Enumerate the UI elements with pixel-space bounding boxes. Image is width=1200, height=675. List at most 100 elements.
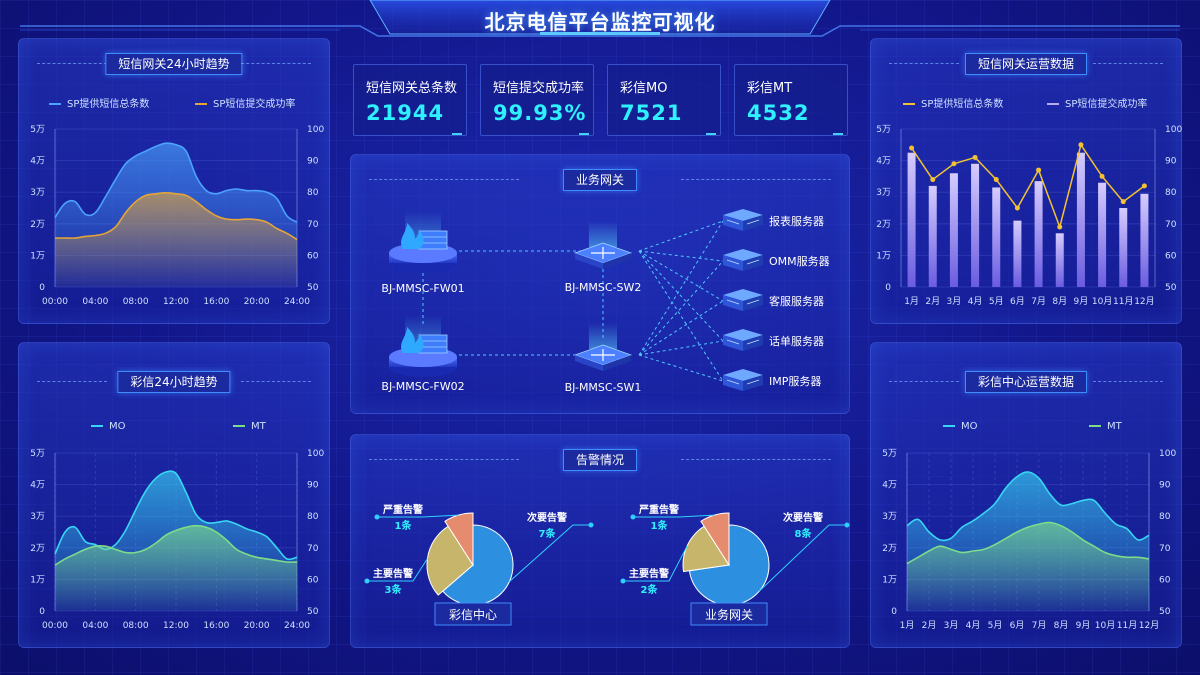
switch-icon[interactable]: [573, 221, 633, 269]
kpi-value: 4532: [747, 101, 810, 125]
pie-label-dot: [844, 522, 850, 528]
y-right-tick: 80: [1165, 188, 1177, 198]
bar[interactable]: [971, 163, 980, 287]
y-left-tick: 0: [885, 283, 891, 293]
y-left-tick: 1万: [30, 251, 45, 261]
server-label: 报表服务器: [769, 214, 824, 228]
panel-sms-ops: 短信网关运营数据 SP提供短信总条数 SP短信提交成功率 0 50 1万 60 2万 70…: [870, 38, 1182, 324]
kpi-label: 短信提交成功率: [493, 81, 585, 96]
server-icon[interactable]: [723, 209, 763, 231]
pie-label-dot: [374, 514, 380, 520]
bar[interactable]: [907, 152, 916, 287]
line-point[interactable]: [972, 154, 978, 160]
y-right-tick: 60: [307, 251, 319, 261]
y-left-tick: 5万: [30, 449, 45, 459]
x-tick: 00:00: [42, 621, 68, 631]
bar[interactable]: [1055, 233, 1064, 287]
bar[interactable]: [928, 185, 937, 287]
kpi-label: 彩信MT: [747, 81, 793, 96]
y-right-tick: 70: [307, 220, 319, 230]
x-tick: 00:00: [42, 297, 68, 307]
pie-caption: 业务网关: [705, 607, 753, 622]
x-tick: 5月: [988, 620, 1003, 631]
kpi-value: 7521: [620, 101, 683, 125]
y-right-tick: 60: [1165, 251, 1177, 261]
bar[interactable]: [1034, 181, 1043, 287]
line-point[interactable]: [909, 145, 915, 151]
line-point[interactable]: [951, 161, 957, 167]
kpi-mms-mt: 彩信MT 4532: [734, 64, 848, 136]
server-icon[interactable]: [723, 249, 763, 271]
y-left-tick: 4万: [30, 481, 45, 491]
line-point[interactable]: [1120, 199, 1126, 205]
panel-sms-trend: 短信网关24小时趋势 SP提供短信总条数 SP短信提交成功率 0 50 1万 60 2万…: [18, 38, 330, 324]
y-left-tick: 3万: [882, 512, 897, 522]
kpi-accent: [706, 133, 716, 135]
y-right-tick: 50: [307, 607, 319, 617]
x-tick: 3月: [947, 296, 962, 307]
y-right-tick: 80: [307, 188, 319, 198]
topology-links: [422, 220, 724, 382]
pie-label-name: 主要告警: [629, 567, 669, 580]
x-tick: 2月: [922, 620, 937, 631]
y-right-tick: 90: [1165, 157, 1177, 167]
node-label-sw1: BJ-MMSC-SW1: [565, 381, 642, 394]
line-point[interactable]: [1014, 205, 1020, 211]
server-label: 客服服务器: [769, 294, 824, 308]
line-point[interactable]: [1099, 173, 1105, 179]
x-tick: 6月: [1010, 620, 1025, 631]
bar[interactable]: [949, 173, 958, 287]
x-tick: 8月: [1054, 620, 1069, 631]
line-point[interactable]: [1036, 167, 1042, 173]
kpi-sms-total: 短信网关总条数 21944: [353, 64, 467, 136]
page-title: 北京电信平台监控可视化: [484, 10, 716, 34]
switch-icon[interactable]: [573, 323, 633, 371]
line-point[interactable]: [1057, 224, 1063, 230]
x-tick: 12:00: [163, 621, 189, 631]
panel-mms-trend: 彩信24小时趋势 MO MT 0 50 1万 60 2万 70 3万 80 4万 90 5万 100 0…: [18, 342, 330, 648]
bar[interactable]: [1140, 193, 1149, 287]
bar[interactable]: [992, 187, 1001, 287]
y-left-tick: 1万: [876, 251, 891, 261]
y-left-tick: 0: [39, 607, 45, 617]
node-label-sw2: BJ-MMSC-SW2: [565, 281, 642, 294]
server-icon[interactable]: [723, 369, 763, 391]
x-tick: 12:00: [163, 297, 189, 307]
kpi-label: 彩信MO: [620, 81, 668, 96]
server-icon[interactable]: [723, 289, 763, 311]
kpi-sms-success-rate: 短信提交成功率 99.93%: [480, 64, 594, 136]
line-point[interactable]: [1141, 183, 1147, 189]
line-point[interactable]: [930, 177, 936, 183]
x-tick: 24:00: [284, 621, 310, 631]
x-tick: 5月: [989, 296, 1004, 307]
pie-label-name: 次要告警: [527, 511, 567, 524]
x-tick: 8月: [1052, 296, 1067, 307]
bar[interactable]: [1076, 152, 1085, 287]
y-left-tick: 1万: [882, 575, 897, 585]
y-right-tick: 60: [307, 575, 319, 585]
x-tick: 10月: [1092, 296, 1112, 307]
y-right-tick: 70: [307, 544, 319, 554]
y-right-tick: 50: [307, 283, 319, 293]
pie-label-dot: [630, 514, 636, 520]
chart-axes: 0 50 1万 60 2万 70 3万 80 4万 90 5万 100 1月 2月 3月 4月 5月 6月 7月 8月…: [876, 125, 1182, 307]
alarms-charts: 次要告警 7条主要告警 3条 严重告警 1条彩信中心 次要告警 8条主要告警 2条 严重告警 1条…: [364, 503, 850, 626]
server-icon[interactable]: [723, 329, 763, 351]
panel-mms-ops: 彩信中心运营数据 MO MT 0 50 1万 60 2万 70 3万 80 4万 90 5万 100 1…: [870, 342, 1182, 648]
line-point[interactable]: [1078, 142, 1084, 148]
node-label-fw01: BJ-MMSC-FW01: [381, 282, 464, 295]
pie-label-name: 主要告警: [373, 567, 413, 580]
bar[interactable]: [1098, 182, 1107, 287]
firewall-icon[interactable]: [389, 315, 457, 377]
y-right-tick: 100: [1165, 125, 1182, 135]
pie-label-dot: [364, 578, 370, 584]
firewall-icon[interactable]: [389, 211, 457, 273]
y-left-tick: 4万: [882, 481, 897, 491]
x-tick: 1月: [900, 620, 915, 631]
line-point[interactable]: [993, 177, 999, 183]
y-left-tick: 5万: [876, 125, 891, 135]
bar[interactable]: [1013, 220, 1022, 287]
y-left-tick: 0: [39, 283, 45, 293]
bar[interactable]: [1119, 208, 1128, 287]
mms-trend-chart: 0 50 1万 60 2万 70 3万 80 4万 90 5万 100 00:00 04:00 08:00 1…: [30, 449, 324, 631]
